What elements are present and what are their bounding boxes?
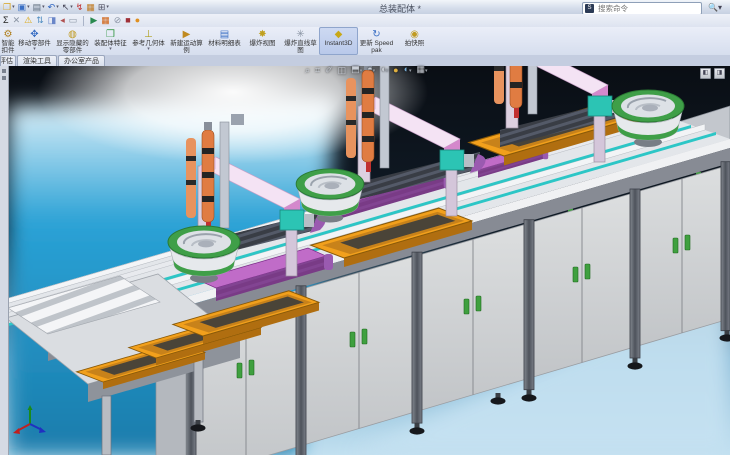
smart-fasteners-icon: ⚙: [4, 29, 13, 40]
exploded-view-icon: ✸: [258, 29, 266, 40]
command-search[interactable]: S: [582, 2, 702, 15]
search-input[interactable]: [596, 3, 701, 14]
move-component-icon: ✥: [30, 29, 38, 40]
exploded-view-button[interactable]: ✸ 爆炸视图: [243, 27, 282, 55]
undo-icon: ↶: [48, 2, 56, 12]
reference-geometry-icon: ⊥: [144, 29, 153, 40]
tools-toolbar: Σ ✕ ⚠ ⇅ ◨ ◂ ▭ ▶ ▦ ⊘ ■ ●: [0, 14, 730, 28]
explode-line-sketch-icon: ✳: [296, 29, 304, 40]
final-render-icon[interactable]: ▦: [101, 15, 110, 26]
tab-evaluate[interactable]: 评估: [0, 55, 16, 66]
interference-detection-icon[interactable]: ⇅: [36, 15, 44, 26]
update-speedpak-icon: ↻: [372, 29, 380, 40]
save-icon: ▣: [18, 2, 27, 12]
title-bar: ❐▾ ▣▾ ▤▾ ↶▾ ↖▾ ↯ ▦ ⊞▾ 总装配体 * S 🔍▾: [0, 0, 730, 15]
view-settings-icon[interactable]: ▦▾: [417, 63, 428, 77]
instant3d-button[interactable]: ◆ Instant3D: [319, 27, 358, 55]
new-motion-study-icon: ▶: [183, 29, 191, 40]
explode-line-sketch-button[interactable]: ✳ 爆炸直线草图: [281, 27, 320, 55]
take-snapshot-button[interactable]: ◉ 拍快照: [395, 27, 434, 55]
appearances-icon[interactable]: ◂: [60, 15, 65, 26]
instant3d-icon: ◆: [335, 29, 343, 40]
rebuild-icon: ↯: [76, 2, 84, 12]
undo-button[interactable]: ↶▾: [47, 1, 60, 13]
bill-of-materials-button[interactable]: ▤ 材料明细表: [205, 27, 244, 55]
options-icon: ⊞: [98, 2, 106, 12]
apply-scene-icon[interactable]: ◐▾: [404, 63, 412, 77]
tab-render-tools[interactable]: 渲染工具: [17, 55, 57, 66]
search-submit-button[interactable]: 🔍▾: [704, 2, 726, 13]
scene-illumination-icon[interactable]: ●: [135, 15, 140, 26]
toolbar-separator: [83, 16, 84, 26]
heads-up-toolbar: ⌕ ⌗ ✐ ◫ ⬒▾ ◓▾ ◖▾ ● ◐▾ ▦▾: [305, 62, 428, 78]
file-properties-icon: ▦: [86, 2, 95, 12]
rebuild-button[interactable]: ↯: [75, 1, 85, 13]
update-speedpak-button[interactable]: ↻ 更新 Speedpak: [357, 27, 396, 55]
command-manager: ⚙ 智能扣件 ✥ 移动零部件 ▾ ◍ 显示隐藏的零部件 ❒ 装配体特征 ▾ ⊥ …: [0, 27, 730, 56]
file-properties-button[interactable]: ▦: [85, 1, 96, 13]
select-icon: ↖: [62, 2, 70, 12]
print-icon: ▤: [33, 2, 42, 12]
equations-icon[interactable]: Σ: [3, 15, 9, 26]
search-scope-icon[interactable]: S: [585, 4, 594, 13]
render-region-icon[interactable]: ■: [125, 15, 130, 26]
graphics-viewport[interactable]: ⌕ ⌗ ✐ ◫ ⬒▾ ◓▾ ◖▾ ● ◐▾ ▦▾ ◧ ◨: [0, 66, 730, 455]
taskpane-expand-icon[interactable]: ◨: [714, 68, 725, 79]
display-states-icon[interactable]: ▭: [69, 15, 78, 26]
hide-show-items-icon[interactable]: ◖▾: [380, 63, 388, 77]
preview-window-icon[interactable]: ▶: [90, 15, 97, 26]
clearance-verification-icon[interactable]: ◨: [48, 15, 57, 26]
assembly-3d-model[interactable]: [8, 66, 730, 455]
new-motion-study-button[interactable]: ▶ 新建运动算例: [167, 27, 206, 55]
print-button[interactable]: ▤▾: [32, 1, 46, 13]
zoom-to-area-icon[interactable]: ⌗: [315, 64, 320, 76]
show-hidden-components-icon: ◍: [68, 29, 77, 40]
assembly-features-icon: ❒: [106, 29, 115, 40]
bill-of-materials-icon: ▤: [220, 29, 229, 40]
open-button[interactable]: ❐▾: [2, 1, 16, 13]
take-snapshot-icon: ◉: [410, 29, 419, 40]
taskpane-buttons: ◧ ◨: [700, 68, 725, 79]
save-button[interactable]: ▣▾: [17, 1, 31, 13]
tab-office-products[interactable]: 办公室产品: [58, 55, 105, 66]
smart-fasteners-button[interactable]: ⚙ 智能扣件: [0, 27, 16, 55]
mass-properties-icon[interactable]: ⚠: [24, 15, 32, 26]
measure-icon[interactable]: ✕: [13, 15, 21, 26]
options-button[interactable]: ⊞▾: [97, 1, 110, 13]
no-render-icon[interactable]: ⊘: [114, 15, 122, 26]
quick-access-toolbar: ❐▾ ▣▾ ▤▾ ↶▾ ↖▾ ↯ ▦ ⊞▾: [2, 1, 110, 13]
taskpane-toggle-icon[interactable]: ◧: [700, 68, 711, 79]
assembly-features-button[interactable]: ❒ 装配体特征 ▾: [91, 27, 130, 55]
feature-manager-collapsed[interactable]: [0, 66, 9, 455]
select-button[interactable]: ↖▾: [61, 1, 74, 13]
previous-view-icon[interactable]: ✐: [325, 64, 333, 76]
section-view-icon[interactable]: ◫: [338, 64, 347, 76]
open-icon: ❐: [3, 2, 11, 12]
show-hidden-components-button[interactable]: ◍ 显示隐藏的零部件: [53, 27, 92, 55]
view-orientation-icon[interactable]: ⬒▾: [351, 63, 362, 77]
move-component-button[interactable]: ✥ 移动零部件 ▾: [15, 27, 54, 55]
display-style-icon[interactable]: ◓▾: [367, 63, 375, 77]
edit-appearance-icon[interactable]: ●: [393, 64, 398, 76]
zoom-to-fit-icon[interactable]: ⌕: [305, 64, 310, 76]
reference-geometry-button[interactable]: ⊥ 参考几何体 ▾: [129, 27, 168, 55]
